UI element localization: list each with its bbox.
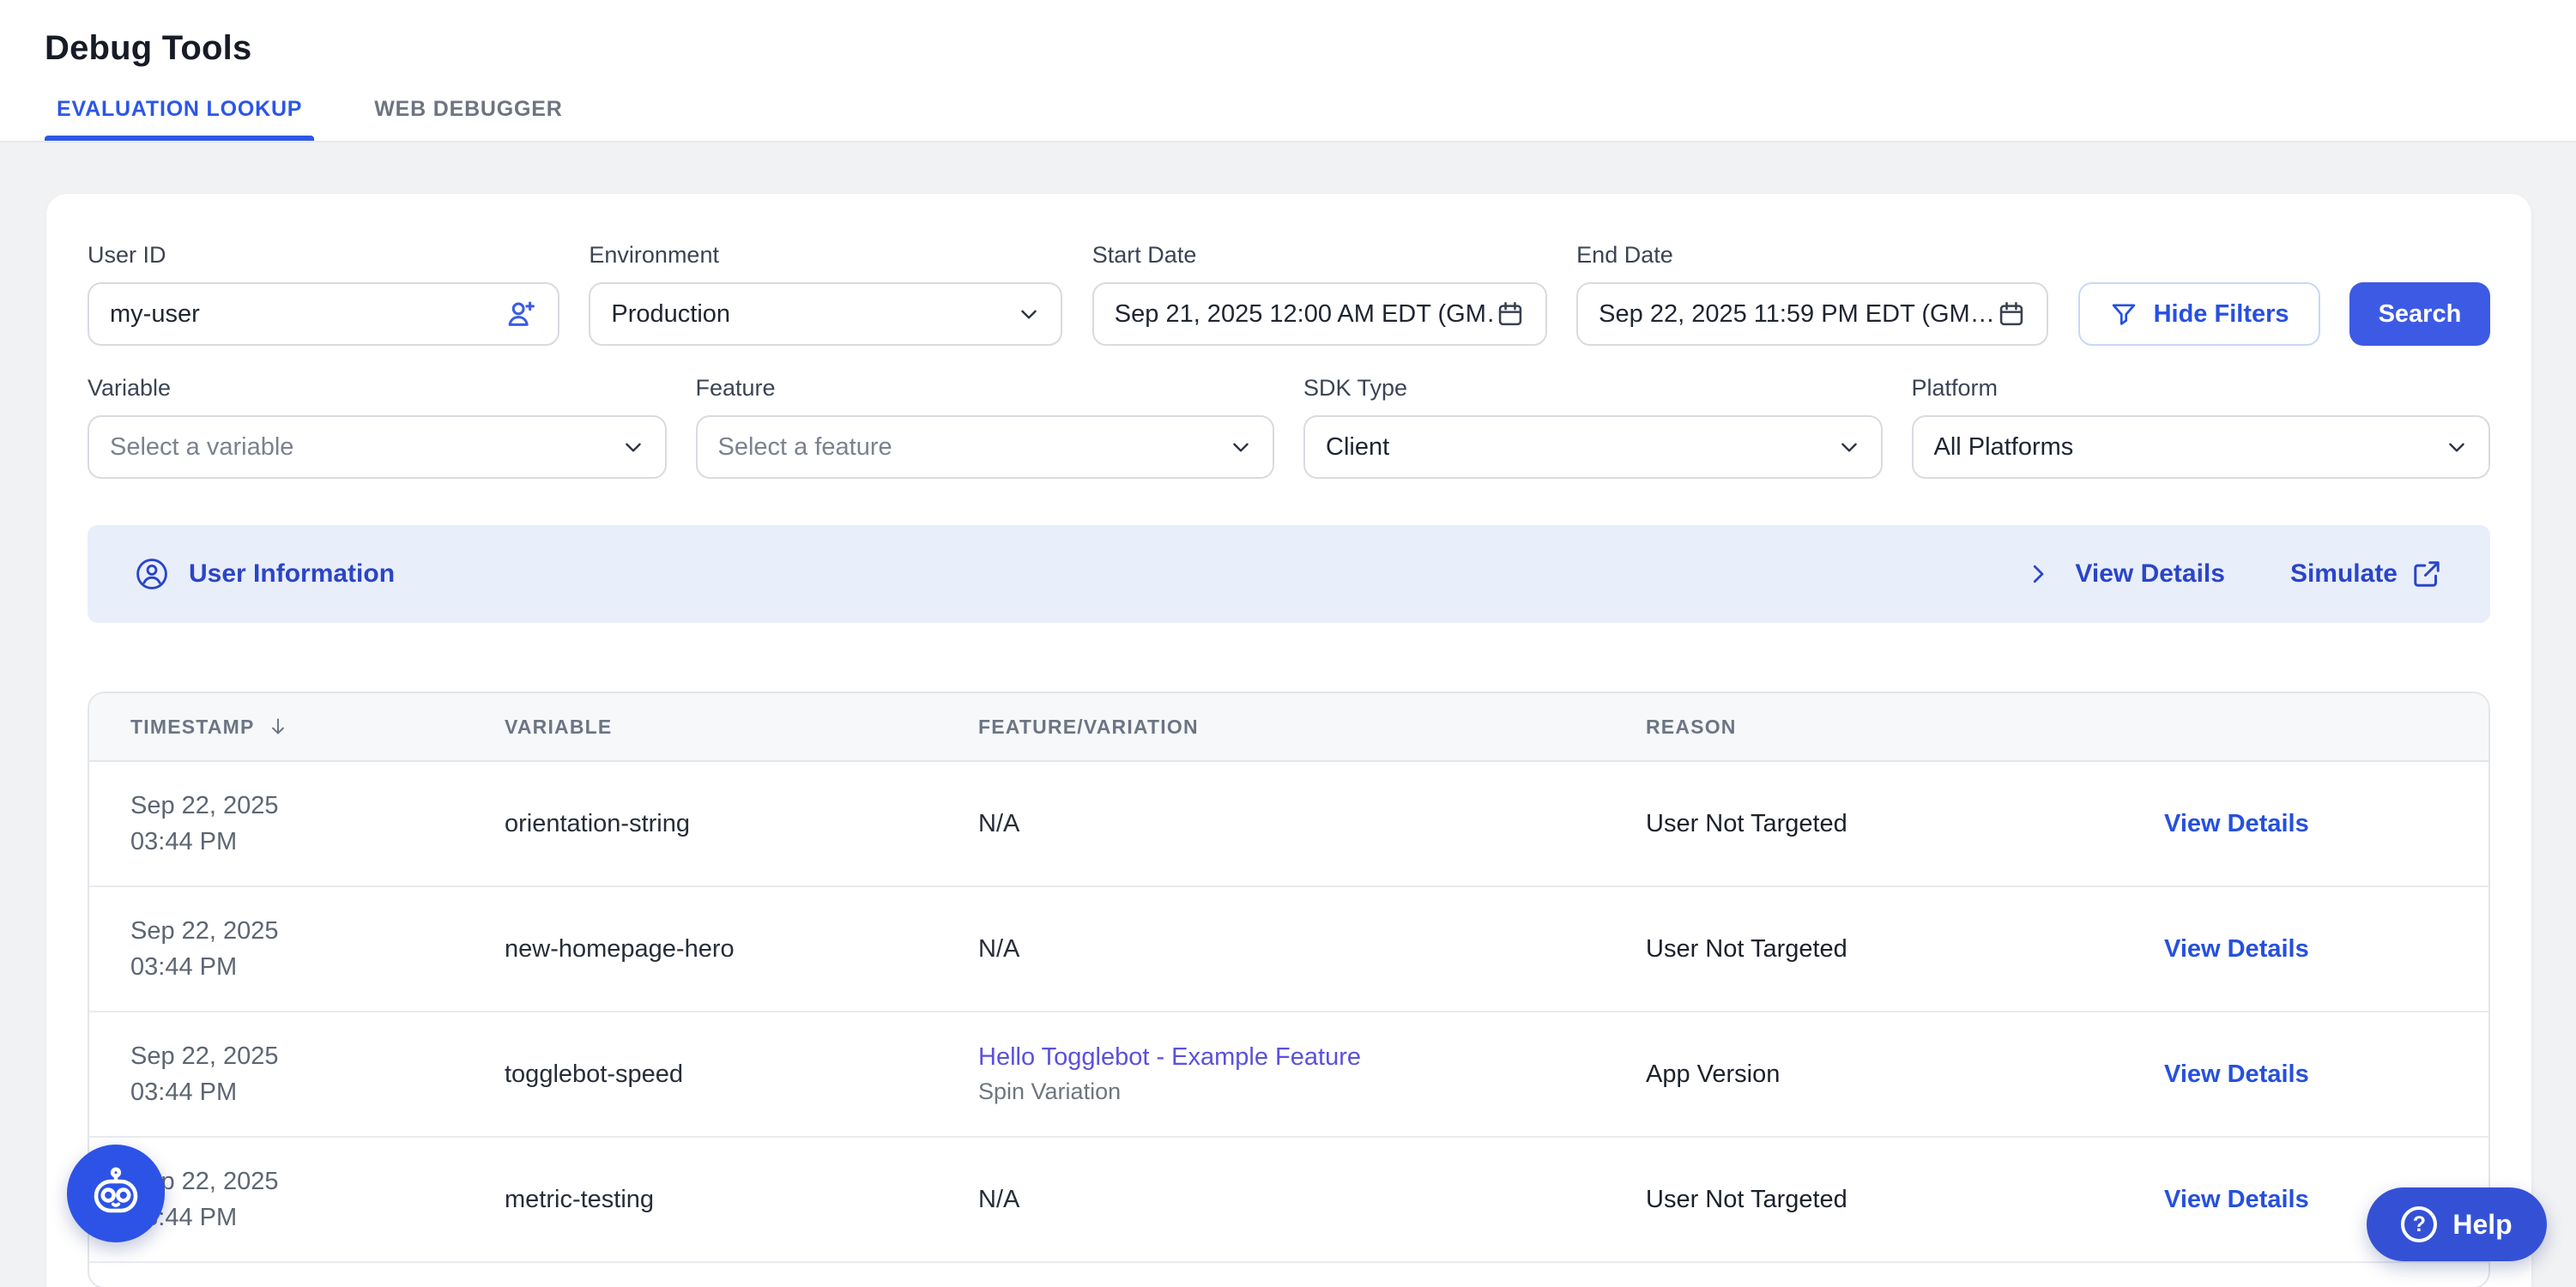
sdk-type-value: Client <box>1326 433 1838 462</box>
reason-cell: User Not Targeted <box>1646 935 2164 964</box>
start-date-input[interactable]: Sep 21, 2025 12:00 AM EDT (GM… <box>1092 282 1547 346</box>
tab-evaluation-lookup[interactable]: EVALUATION LOOKUP <box>55 97 304 141</box>
debug-tools-page: Debug Tools EVALUATION LOOKUP WEB DEBUGG… <box>0 0 2576 1287</box>
view-details-link[interactable]: View Details <box>2164 1060 2309 1088</box>
togglebot-assistant-button[interactable] <box>67 1145 165 1242</box>
filter-row-1: User ID my-user Environment Productio <box>88 242 2490 346</box>
chevron-right-icon[interactable] <box>2025 561 2051 587</box>
environment-label: Environment <box>589 242 1062 269</box>
user-circle-icon <box>134 556 170 592</box>
person-add-icon[interactable] <box>505 298 537 330</box>
reason-cell: User Not Targeted <box>1646 1186 2164 1214</box>
view-details-link[interactable]: View Details <box>2164 1186 2309 1213</box>
chevron-down-icon <box>1838 436 1860 458</box>
evaluation-lookup-panel: User ID my-user Environment Productio <box>46 194 2531 1287</box>
user-id-input[interactable]: my-user <box>88 282 559 346</box>
question-circle-icon: ? <box>2401 1206 2437 1242</box>
table-row: Sep 22, 2025 03:44 PM orientation-string… <box>89 762 2488 887</box>
evaluations-table: TIMESTAMP VARIABLE FEATURE/VARIATION REA… <box>88 692 2490 1287</box>
user-info-view-details-link[interactable]: View Details <box>2075 559 2225 589</box>
feature-select[interactable]: Select a feature <box>696 415 1275 479</box>
feature-link[interactable]: Hello Togglebot - Example Feature <box>978 1043 1646 1072</box>
tab-web-debugger[interactable]: WEB DEBUGGER <box>372 97 564 141</box>
sort-desc-arrow-icon <box>267 716 289 738</box>
variable-cell: metric-testing <box>505 1186 978 1214</box>
reason-cell: User Not Targeted <box>1646 810 2164 838</box>
chevron-down-icon <box>1018 303 1040 325</box>
variable-cell: togglebot-speed <box>505 1060 978 1089</box>
chevron-down-icon <box>2446 436 2468 458</box>
user-information-title: User Information <box>189 559 395 589</box>
simulate-label: Simulate <box>2290 559 2398 589</box>
feature-cell: N/A <box>978 810 1646 838</box>
user-information-bar[interactable]: User Information View Details Simulate <box>88 525 2490 623</box>
reason-cell: App Version <box>1646 1060 2164 1089</box>
hide-filters-label: Hide Filters <box>2154 300 2289 329</box>
table-row: Sep 22, 2025 03:44 PM togglebot-speed He… <box>89 1012 2488 1138</box>
view-details-link[interactable]: View Details <box>2164 810 2309 837</box>
help-button-label: Help <box>2452 1209 2512 1241</box>
timestamp-cell: Sep 22, 2025 03:44 PM <box>130 913 505 985</box>
search-button[interactable]: Search <box>2349 282 2490 346</box>
variable-label: Variable <box>88 375 667 402</box>
end-date-value: Sep 22, 2025 11:59 PM EDT (GM… <box>1599 300 1997 329</box>
table-row <box>89 1263 2488 1287</box>
timestamp-cell: Sep 22, 2025 03:44 PM <box>130 788 505 860</box>
start-date-value: Sep 21, 2025 12:00 AM EDT (GM… <box>1115 300 1496 329</box>
feature-cell: Hello Togglebot - Example Feature Spin V… <box>978 1043 1646 1105</box>
user-id-label: User ID <box>88 242 559 269</box>
filter-funnel-icon <box>2109 299 2138 329</box>
sdk-type-select[interactable]: Client <box>1303 415 1883 479</box>
variable-placeholder: Select a variable <box>110 433 622 462</box>
chevron-down-icon <box>1230 436 1252 458</box>
variable-cell: new-homepage-hero <box>505 935 978 964</box>
variable-select[interactable]: Select a variable <box>88 415 667 479</box>
end-date-input[interactable]: Sep 22, 2025 11:59 PM EDT (GM… <box>1576 282 2048 346</box>
user-id-value: my-user <box>110 300 505 329</box>
column-header-variable[interactable]: VARIABLE <box>505 716 978 739</box>
platform-select[interactable]: All Platforms <box>1912 415 2491 479</box>
search-button-label: Search <box>2379 300 2462 329</box>
table-header-row: TIMESTAMP VARIABLE FEATURE/VARIATION REA… <box>89 693 2488 762</box>
column-header-timestamp[interactable]: TIMESTAMP <box>130 716 505 739</box>
platform-value: All Platforms <box>1934 433 2446 462</box>
chevron-down-icon <box>622 436 644 458</box>
environment-select[interactable]: Production <box>589 282 1062 346</box>
column-header-feature-variation[interactable]: FEATURE/VARIATION <box>978 716 1646 739</box>
variation-label: Spin Variation <box>978 1079 1646 1105</box>
view-details-link[interactable]: View Details <box>2164 935 2309 963</box>
column-header-reason[interactable]: REASON <box>1646 716 2164 739</box>
table-row: Sep 22, 2025 03:44 PM new-homepage-hero … <box>89 887 2488 1012</box>
app-header: Debug Tools EVALUATION LOOKUP WEB DEBUGG… <box>0 0 2576 142</box>
filter-row-2: Variable Select a variable Feature Selec… <box>88 375 2490 479</box>
end-date-label: End Date <box>1576 242 2048 269</box>
variable-cell: orientation-string <box>505 810 978 838</box>
calendar-icon[interactable] <box>1496 299 1525 329</box>
environment-value: Production <box>611 300 1018 329</box>
feature-cell: N/A <box>978 935 1646 964</box>
page-title: Debug Tools <box>45 29 251 68</box>
tab-bar: EVALUATION LOOKUP WEB DEBUGGER <box>55 97 565 141</box>
external-link-icon <box>2411 559 2442 589</box>
table-row: Sep 22, 2025 03:44 PM metric-testing N/A… <box>89 1138 2488 1263</box>
start-date-label: Start Date <box>1092 242 1547 269</box>
simulate-link[interactable]: Simulate <box>2290 559 2442 589</box>
timestamp-cell: Sep 22, 2025 03:44 PM <box>130 1163 505 1236</box>
feature-label: Feature <box>696 375 1275 402</box>
timestamp-cell: Sep 22, 2025 03:44 PM <box>130 1038 505 1110</box>
help-button[interactable]: ? Help <box>2367 1187 2547 1261</box>
calendar-icon[interactable] <box>1997 299 2026 329</box>
feature-placeholder: Select a feature <box>718 433 1231 462</box>
feature-cell: N/A <box>978 1186 1646 1214</box>
robot-icon <box>87 1164 145 1223</box>
hide-filters-button[interactable]: Hide Filters <box>2078 282 2320 346</box>
sdk-type-label: SDK Type <box>1303 375 1883 402</box>
platform-label: Platform <box>1912 375 2491 402</box>
